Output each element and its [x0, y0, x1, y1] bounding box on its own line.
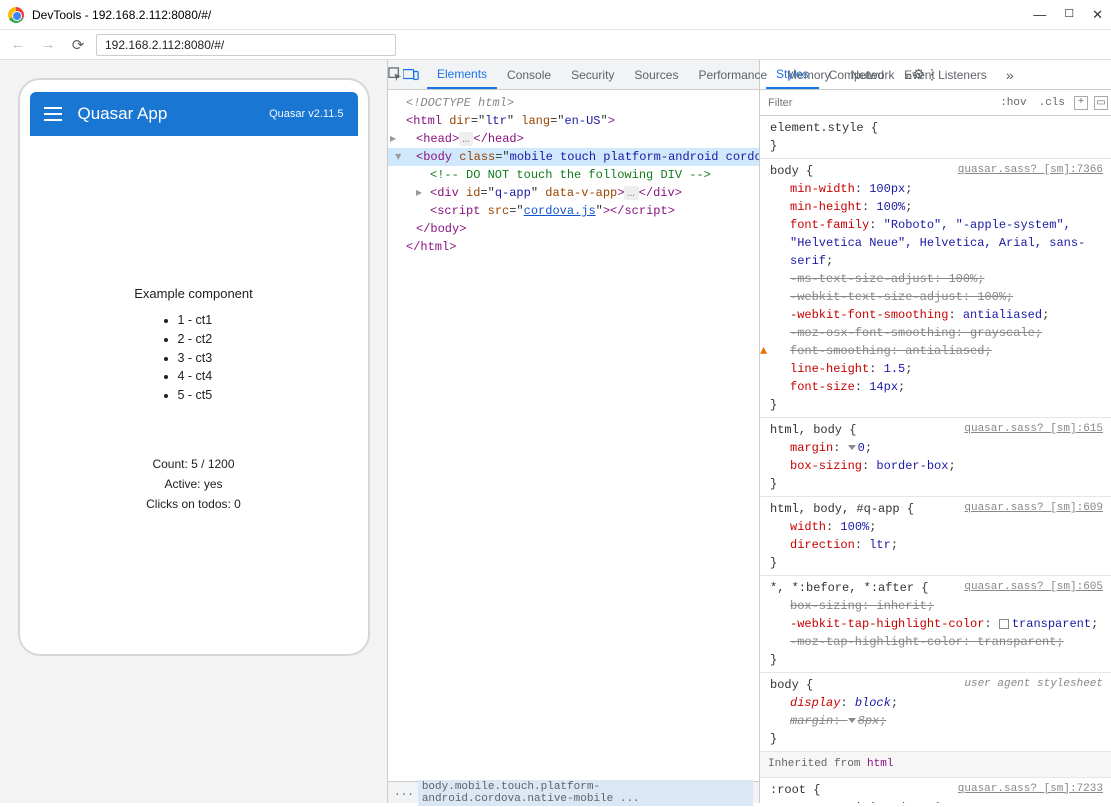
list-item[interactable]: 1 - ct1 [178, 311, 224, 330]
browser-navbar: ← → ⟳ 192.168.2.112:8080/#/ [0, 30, 1111, 60]
device-screen: Quasar App Quasar v2.11.5 Example compon… [30, 92, 358, 644]
window-controls: — ☐ ✕ [1033, 7, 1103, 23]
list-item[interactable]: 4 - ct4 [178, 367, 224, 386]
css-rule[interactable]: element.style {} [760, 116, 1111, 159]
list-item[interactable]: 2 - ct2 [178, 330, 224, 349]
app-version: Quasar v2.11.5 [269, 108, 343, 120]
dom-line[interactable]: ▸<head>…</head> [388, 130, 759, 148]
dom-line[interactable]: </html> [388, 238, 759, 256]
kebab-menu-icon[interactable]: ⋮ [925, 62, 939, 88]
styles-panel: StylesComputedEvent Listeners» :hov .cls… [760, 60, 1111, 803]
list-item[interactable]: 3 - ct3 [178, 349, 224, 368]
styles-filterbar: :hov .cls + ▭ [760, 90, 1111, 116]
dom-line[interactable]: <!-- DO NOT touch the following DIV --> [388, 166, 759, 184]
tab-performance[interactable]: Performance [688, 60, 777, 89]
app-header: Quasar App Quasar v2.11.5 [30, 92, 358, 136]
list-item[interactable]: 5 - ct5 [178, 386, 224, 405]
device-frame: Quasar App Quasar v2.11.5 Example compon… [18, 78, 370, 656]
tab-network[interactable]: Network [841, 60, 905, 89]
url-input[interactable]: 192.168.2.112:8080/#/ [96, 34, 396, 56]
breadcrumb-item[interactable]: body.mobile.touch.platform-android.cordo… [418, 780, 753, 806]
forward-button[interactable]: → [36, 33, 60, 57]
inherited-header: Inherited from html [760, 752, 1111, 778]
css-rule[interactable]: quasar.sass? [sm]:605*, *:before, *:afte… [760, 576, 1111, 673]
tab-security[interactable]: Security [561, 60, 624, 89]
css-rule[interactable]: quasar.sass? [sm]:7233:root {--q-transit… [760, 778, 1111, 804]
settings-icon[interactable]: ⚙ [912, 62, 925, 88]
elements-panel: ElementsConsoleSecuritySourcesPerformanc… [388, 60, 760, 803]
tab-memory[interactable]: Memory [777, 60, 840, 89]
hov-toggle[interactable]: :hov [994, 97, 1032, 109]
count-text: Count: 5 / 1200 [30, 457, 358, 471]
breadcrumb[interactable]: ... body.mobile.touch.platform-android.c… [388, 781, 759, 803]
window-title: DevTools - 192.168.2.112:8080/#/ [32, 8, 1033, 22]
back-button[interactable]: ← [6, 33, 30, 57]
tab-sources[interactable]: Sources [624, 60, 688, 89]
app-title: Quasar App [78, 104, 270, 124]
close-button[interactable]: ✕ [1092, 7, 1103, 23]
chrome-icon [8, 7, 24, 23]
styles-filter-input[interactable] [760, 97, 994, 109]
cls-toggle[interactable]: .cls [1033, 97, 1071, 109]
tab-elements[interactable]: Elements [427, 60, 497, 89]
minimize-button[interactable]: — [1033, 7, 1046, 23]
dom-line[interactable]: <!DOCTYPE html> [388, 94, 759, 112]
active-text: Active: yes [30, 477, 358, 491]
breadcrumb-item[interactable]: ... [394, 787, 414, 799]
computed-toggle-icon[interactable]: ▭ [1094, 96, 1108, 110]
css-rule[interactable]: quasar.sass? [sm]:609html, body, #q-app … [760, 497, 1111, 576]
app-body: Example component 1 - ct12 - ct23 - ct34… [30, 136, 358, 511]
new-rule-button[interactable]: + [1074, 96, 1088, 110]
url-text: 192.168.2.112:8080/#/ [105, 38, 224, 52]
device-toggle-icon[interactable] [403, 62, 419, 88]
devtools-main-toolbar: ElementsConsoleSecuritySourcesPerformanc… [388, 60, 759, 90]
more-tabs-icon[interactable]: » [905, 62, 913, 88]
reload-button[interactable]: ⟳ [66, 33, 90, 57]
tab-console[interactable]: Console [497, 60, 561, 89]
more-subtabs-icon[interactable]: » [997, 62, 1023, 88]
dom-line[interactable]: <script src="cordova.js"></script> [388, 202, 759, 220]
menu-icon[interactable] [44, 107, 62, 121]
inspect-icon[interactable] [388, 62, 403, 88]
dom-line-selected[interactable]: ⋯ ▾<body class="mobile touch platform-an… [388, 148, 759, 166]
dom-line[interactable]: ▸<div id="q-app" data-v-app>…</div> [388, 184, 759, 202]
styles-rules[interactable]: element.style {}quasar.sass? [sm]:7366bo… [760, 116, 1111, 803]
window-titlebar: DevTools - 192.168.2.112:8080/#/ — ☐ ✕ [0, 0, 1111, 30]
dom-line[interactable]: </body> [388, 220, 759, 238]
clicks-text: Clicks on todos: 0 [30, 497, 358, 511]
maximize-button[interactable]: ☐ [1064, 7, 1074, 23]
dom-line[interactable]: <html dir="ltr" lang="en-US"> [388, 112, 759, 130]
component-heading: Example component [30, 286, 358, 301]
css-rule[interactable]: user agent stylesheetbody {display: bloc… [760, 673, 1111, 752]
css-rule[interactable]: quasar.sass? [sm]:7366body {min-width: 1… [760, 159, 1111, 418]
dom-tree[interactable]: <!DOCTYPE html> <html dir="ltr" lang="en… [388, 90, 759, 781]
css-rule[interactable]: quasar.sass? [sm]:615html, body {margin:… [760, 418, 1111, 497]
device-preview-panel: Quasar App Quasar v2.11.5 Example compon… [0, 60, 388, 803]
item-list: 1 - ct12 - ct23 - ct34 - ct45 - ct5 [164, 311, 224, 405]
